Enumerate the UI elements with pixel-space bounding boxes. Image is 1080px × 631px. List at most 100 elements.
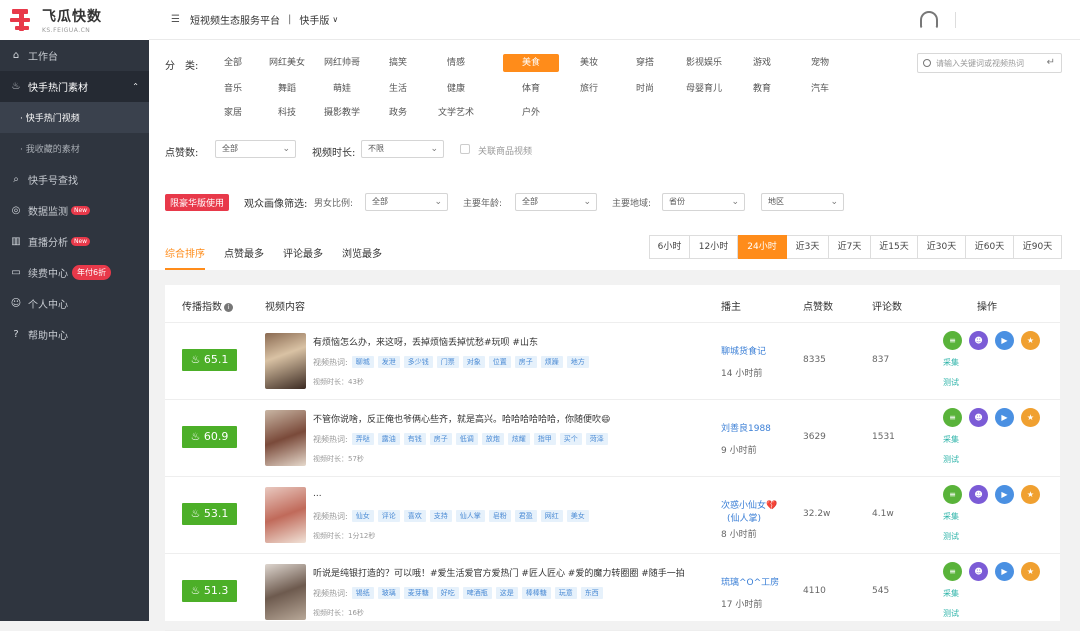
sidebar-subitem-hot-videos[interactable]: · 快手热门视频 [0,102,149,133]
hot-word-tag[interactable]: 位置 [488,356,511,368]
video-thumbnail[interactable] [265,410,306,466]
province-select[interactable]: 省份 ⌄ [662,193,745,211]
area-select[interactable]: 地区 ⌄ [761,193,844,211]
enter-icon[interactable]: ↵ [1047,57,1055,68]
duration-select[interactable]: 不限 ⌄ [361,140,444,158]
play-icon[interactable]: ▶ [995,331,1014,350]
play-icon[interactable]: ▶ [995,408,1014,427]
video-title[interactable]: 不管你说啥，反正俺也爷俩心些齐，就是高兴。哈哈哈哈哈哈，你随便吹😄 [313,412,610,425]
hot-word-tag[interactable]: 支持 [429,510,452,522]
chevron-down-icon[interactable]: ∨ [332,15,338,24]
video-thumbnail[interactable] [265,333,306,389]
sort-tab-overall[interactable]: 综合排序 [165,245,205,260]
hot-word-tag[interactable]: 房子 [429,433,452,445]
star-icon[interactable]: ★ [1021,408,1040,427]
sort-tab-most-likes[interactable]: 点赞最多 [224,245,264,260]
time-range-tab[interactable]: 12小时 [690,235,738,259]
hot-word-tag[interactable]: 棒棒糖 [521,587,551,599]
list-icon[interactable]: ≡ [943,331,962,350]
category-option[interactable]: 影视娱乐 [676,54,732,72]
hot-word-tag[interactable]: 房子 [514,356,537,368]
hot-word-tag[interactable]: 麦芽糖 [403,587,433,599]
category-option[interactable]: 旅行 [561,80,617,98]
category-option[interactable]: 科技 [259,104,315,122]
category-option[interactable]: 搞笑 [370,54,426,72]
star-icon[interactable]: ★ [1021,562,1040,581]
test-link[interactable]: 测试 [943,608,959,619]
author-name-extra[interactable]: (仙人掌) [727,511,761,524]
hot-word-tag[interactable]: 喜欢 [403,510,426,522]
collect-link[interactable]: 采集 [943,434,959,445]
hot-word-tag[interactable]: 评论 [377,510,400,522]
hot-word-tag[interactable]: 有钱 [403,433,426,445]
headset-icon[interactable] [920,11,938,29]
test-link[interactable]: 测试 [943,377,959,388]
menu-icon[interactable]: ☰ [171,14,180,25]
hot-word-tag[interactable]: 好吃 [436,587,459,599]
hot-word-tag[interactable]: 菏泽 [585,433,608,445]
sidebar-item-dashboard[interactable]: ⌂ 工作台 [0,40,149,71]
category-option[interactable]: 萌娃 [314,80,370,98]
category-option[interactable]: 健康 [428,80,484,98]
sidebar-item-account-search[interactable]: ⌕ 快手号查找 [0,164,149,195]
collect-link[interactable]: 采集 [943,357,959,368]
list-icon[interactable]: ≡ [943,485,962,504]
category-option[interactable]: 舞蹈 [259,80,315,98]
category-option[interactable]: 情感 [428,54,484,72]
hot-word-tag[interactable]: 低调 [455,433,478,445]
hot-word-tag[interactable]: 美女 [566,510,589,522]
category-option[interactable]: 网红美女 [259,54,315,72]
time-range-tab[interactable]: 近7天 [829,235,871,259]
logo[interactable]: 飞瓜快数 KS.FEIGUA.CN [0,0,149,40]
hot-word-tag[interactable]: 烦躁 [540,356,563,368]
hot-word-tag[interactable]: 玻璃 [377,587,400,599]
list-icon[interactable]: ≡ [943,562,962,581]
category-option[interactable]: 户外 [503,104,559,122]
info-icon[interactable]: i [224,302,233,312]
table-row[interactable]: ♨ 51.3 听说是纯银打造的？可以哦！#爱生活爱官方爱热门 #匠人匠心 #爱的… [165,554,1060,631]
version-switcher[interactable]: 快手版 [299,12,329,27]
fans-icon[interactable]: ☻ [969,562,988,581]
hot-word-tag[interactable]: 露油 [377,433,400,445]
author-name[interactable]: 刘善良1988 [721,421,771,434]
hot-word-tag[interactable]: 东西 [580,587,603,599]
time-range-tab[interactable]: 近3天 [787,235,829,259]
category-option[interactable]: 教育 [734,80,790,98]
hot-word-tag[interactable]: 地方 [566,356,589,368]
gender-select[interactable]: 全部 ⌄ [365,193,448,211]
category-option[interactable]: 游戏 [734,54,790,72]
hot-word-tag[interactable]: 买个 [559,433,582,445]
time-range-tab[interactable]: 近30天 [918,235,966,259]
sidebar-item-profile[interactable]: ☺ 个人中心 [0,288,149,319]
hot-word-tag[interactable]: 指甲 [533,433,556,445]
age-select[interactable]: 全部 ⌄ [515,193,597,211]
category-option[interactable]: 文学艺术 [428,104,484,122]
category-option[interactable]: 摄影教学 [314,104,370,122]
author-name[interactable]: 次惑小仙女💔 [721,498,777,511]
time-range-tab[interactable]: 6小时 [649,235,690,259]
hot-word-tag[interactable]: 对象 [462,356,485,368]
category-option[interactable]: 母婴育儿 [676,80,732,98]
category-option[interactable]: 网红帅哥 [314,54,370,72]
test-link[interactable]: 测试 [943,531,959,542]
category-option[interactable]: 体育 [503,80,559,98]
video-thumbnail[interactable] [265,487,306,543]
category-option[interactable]: 全部 [205,54,261,72]
collect-link[interactable]: 采集 [943,588,959,599]
category-option[interactable]: 音乐 [205,80,261,98]
hot-word-tag[interactable]: 聊城 [351,356,374,368]
hot-word-tag[interactable]: 君盈 [514,510,537,522]
category-option[interactable]: 家居 [205,104,261,122]
hot-word-tag[interactable]: 多少钱 [403,356,433,368]
hot-word-tag[interactable]: 放炮 [481,433,504,445]
hot-word-tag[interactable]: 仙人掌 [455,510,485,522]
hot-word-tag[interactable]: 锡纸 [351,587,374,599]
star-icon[interactable]: ★ [1021,331,1040,350]
fans-icon[interactable]: ☻ [969,485,988,504]
sidebar-item-renewal[interactable]: ▭ 续费中心 年付6折 [0,257,149,288]
likes-select[interactable]: 全部 ⌄ [215,140,296,158]
time-range-tab[interactable]: 近15天 [871,235,918,259]
time-range-tab[interactable]: 近90天 [1014,235,1062,259]
search-input[interactable]: 请输入关键词或视频热词 ↵ [917,53,1062,73]
sidebar-item-live-analysis[interactable]: ▥ 直播分析 New [0,226,149,257]
